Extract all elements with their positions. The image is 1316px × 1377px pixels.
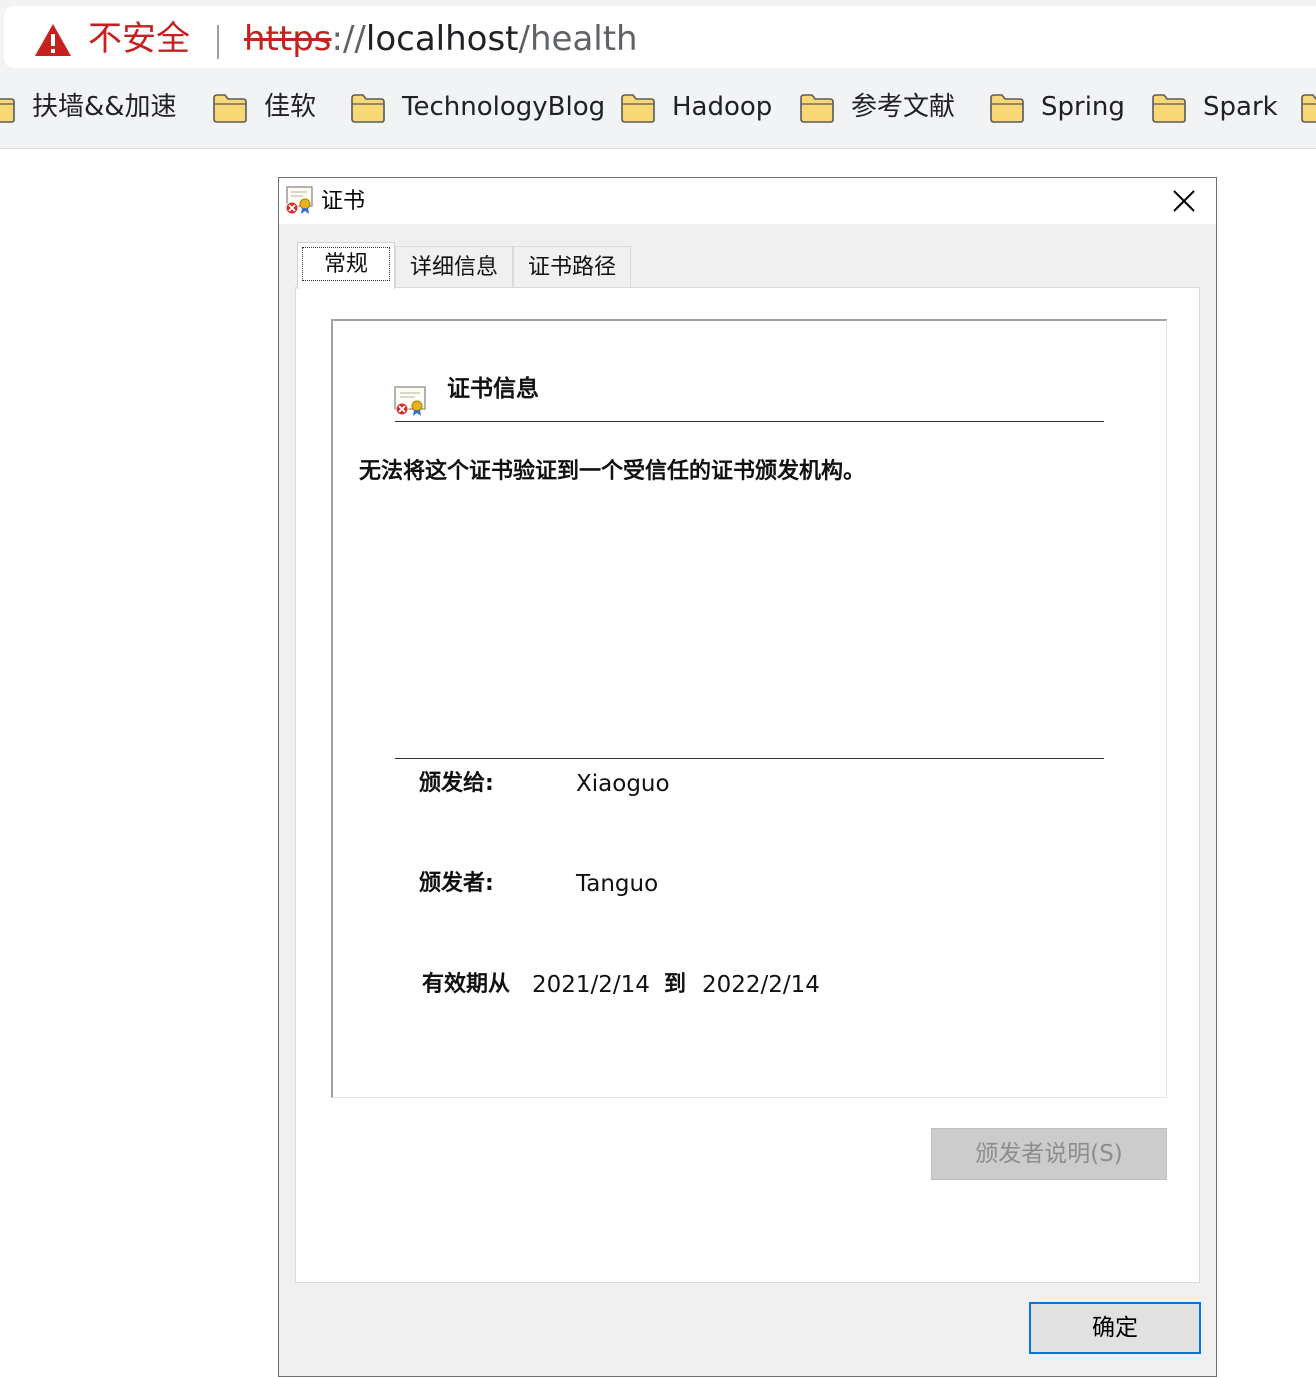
bookmark-label: 扶墙&&加速 xyxy=(32,92,177,122)
folder-icon xyxy=(799,92,835,124)
certificate-error-icon xyxy=(394,386,426,416)
issued-by-label: 颁发者: xyxy=(419,871,494,896)
issued-by-value: Tanguo xyxy=(576,871,659,897)
folder-icon xyxy=(0,92,16,124)
heading-divider xyxy=(395,421,1104,422)
url-separator: :// xyxy=(331,19,366,59)
certificate-info-heading: 证书信息 xyxy=(447,376,539,402)
bookmark-label: Hadoop xyxy=(672,92,773,122)
general-tab-panel: 证书信息 无法将这个证书验证到一个受信任的证书颁发机构。 颁发给: Xiaogu… xyxy=(295,287,1200,1283)
issued-to-label: 颁发给: xyxy=(419,771,494,796)
close-icon xyxy=(1173,190,1195,212)
certificate-info-box: 证书信息 无法将这个证书验证到一个受信任的证书颁发机构。 颁发给: Xiaogu… xyxy=(331,319,1167,1098)
bookmark-label: Spark xyxy=(1203,92,1278,122)
bookmarks-bar: 扶墙&&加速 佳软 TechnologyBlog Hadoop 参考文献 Spring Sp… xyxy=(0,80,1316,136)
valid-from-value: 2021/2/14 xyxy=(532,972,650,998)
warning-triangle-icon[interactable] xyxy=(34,23,72,57)
details-divider xyxy=(395,758,1104,759)
folder-icon xyxy=(350,92,386,124)
bookmark-label: TechnologyBlog xyxy=(402,92,606,122)
tab-details[interactable]: 详细信息 xyxy=(395,246,513,288)
folder-icon xyxy=(989,92,1025,124)
folder-icon xyxy=(1151,92,1187,124)
issuer-statement-button[interactable]: 颁发者说明(S) xyxy=(931,1128,1167,1180)
bookmark-label: 参考文献 xyxy=(851,92,956,122)
bookmark-label: 佳软 xyxy=(264,92,317,122)
folder-icon xyxy=(620,92,656,124)
tab-general-label: 常规 xyxy=(302,247,390,281)
bookmark-label: Spring xyxy=(1041,92,1125,122)
url-scheme: https xyxy=(244,19,332,59)
valid-to-value: 2022/2/14 xyxy=(702,972,820,998)
dialog-titlebar[interactable]: 证书 xyxy=(279,178,1216,224)
certificate-dialog: 证书 常规 详细信息 证书路径 证书信息 无法将这个证书验证到一个受信任的证书颁… xyxy=(278,177,1217,1377)
not-secure-label[interactable]: 不安全 xyxy=(88,19,190,59)
folder-icon xyxy=(212,92,248,124)
dialog-title: 证书 xyxy=(321,189,366,214)
tab-certification-path[interactable]: 证书路径 xyxy=(513,246,631,288)
folder-icon xyxy=(1300,92,1316,124)
issued-to-value: Xiaoguo xyxy=(576,771,670,797)
certificate-error-icon xyxy=(285,186,313,215)
url-text[interactable]: https://localhost/health xyxy=(244,19,638,59)
browser-toolbar: 不安全 https://localhost/health 扶墙&&加速 佳软 Tec… xyxy=(0,0,1316,149)
valid-from-label: 有效期从 xyxy=(422,972,511,997)
tab-general[interactable]: 常规 xyxy=(297,242,395,289)
trust-warning-text: 无法将这个证书验证到一个受信任的证书颁发机构。 xyxy=(359,459,866,484)
close-button[interactable] xyxy=(1152,178,1216,224)
ok-button[interactable]: 确定 xyxy=(1029,1302,1201,1354)
valid-to-label: 到 xyxy=(664,972,687,997)
address-bar[interactable]: 不安全 https://localhost/health xyxy=(4,6,1316,68)
url-path: /health xyxy=(518,19,638,59)
url-divider xyxy=(217,25,219,59)
url-host: localhost xyxy=(365,19,519,59)
